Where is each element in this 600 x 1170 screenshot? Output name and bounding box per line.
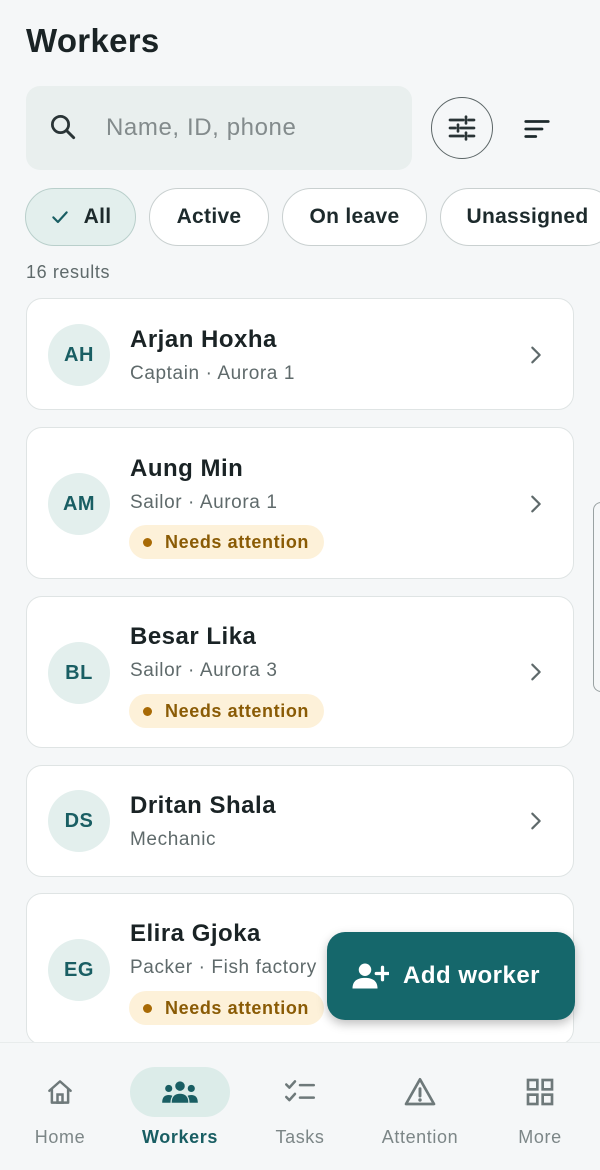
- page-title: Workers: [26, 22, 160, 59]
- worker-role: Mechanic: [130, 829, 217, 850]
- filter-chip-active[interactable]: Active: [149, 188, 269, 246]
- avatar: DS: [48, 790, 110, 852]
- search-icon: [51, 115, 76, 140]
- worker-name: Dritan Shala: [130, 792, 277, 819]
- filter-chip-row: All Active On leave Unassigned: [25, 188, 600, 246]
- filter-chip-label: Unassigned: [466, 205, 589, 228]
- worker-role: Packer · Fish factory: [130, 957, 317, 978]
- nav-item-home[interactable]: Home: [0, 1043, 120, 1170]
- worker-card[interactable]: AM Aung Min Sailor · Aurora 1 Needs atte…: [26, 427, 574, 579]
- grid-icon: [526, 1078, 554, 1106]
- worker-role: Sailor · Aurora 3: [130, 660, 278, 681]
- nav-item-workers[interactable]: Workers: [120, 1043, 240, 1170]
- nav-label: Home: [34, 1127, 86, 1147]
- status-badge-label: Needs attention: [165, 531, 310, 552]
- scrollbar[interactable]: [593, 502, 600, 692]
- avatar: EG: [48, 939, 110, 1001]
- groups-icon: [162, 1081, 198, 1103]
- nav-item-attention[interactable]: Attention: [360, 1043, 480, 1170]
- check-icon: [51, 211, 68, 224]
- nav-icon-container: [370, 1067, 470, 1117]
- worker-role: Captain · Aurora 1: [130, 363, 295, 384]
- worker-card[interactable]: AH Arjan Hoxha Captain · Aurora 1: [26, 298, 574, 410]
- status-dot: [143, 1003, 152, 1013]
- filter-chip-all[interactable]: All: [25, 188, 136, 246]
- chevron-right-icon: [531, 812, 541, 830]
- status-badge: Needs attention: [129, 525, 325, 559]
- filter-chip-label: Active: [176, 205, 242, 228]
- nav-icon-container: [10, 1067, 110, 1117]
- warning-icon: [404, 1078, 436, 1106]
- worker-name: Elira Gjoka: [130, 920, 261, 947]
- avatar: BL: [48, 642, 110, 704]
- tune-icon: [448, 115, 476, 141]
- chevron-right-icon: [531, 346, 541, 364]
- worker-name: Besar Lika: [130, 623, 257, 650]
- sort-icon: [524, 120, 550, 138]
- nav-item-tasks[interactable]: Tasks: [240, 1043, 360, 1170]
- chevron-right-icon: [531, 495, 541, 513]
- nav-label: Workers: [142, 1127, 218, 1147]
- checklist-icon: [285, 1080, 315, 1102]
- results-count: 16 results: [26, 262, 111, 282]
- filter-chip-label: On leave: [309, 205, 400, 228]
- search-bar[interactable]: [26, 86, 412, 170]
- nav-label: Tasks: [275, 1127, 325, 1147]
- nav-icon-container: [490, 1067, 590, 1117]
- nav-item-more[interactable]: More: [480, 1043, 600, 1170]
- nav-label: Attention: [381, 1127, 459, 1147]
- filter-chip-label: All: [83, 205, 112, 228]
- status-badge: Needs attention: [129, 694, 325, 728]
- avatar: AH: [48, 324, 110, 386]
- home-icon: [48, 1080, 72, 1104]
- worker-name: Aung Min: [130, 455, 244, 482]
- worker-card[interactable]: BL Besar Lika Sailor · Aurora 3 Needs at…: [26, 596, 574, 748]
- status-badge-label: Needs attention: [165, 700, 310, 721]
- nav-icon-container: [250, 1067, 350, 1117]
- nav-label: More: [518, 1127, 562, 1147]
- chevron-right-icon: [531, 663, 541, 681]
- search-input[interactable]: [106, 108, 396, 148]
- status-dot: [143, 537, 152, 547]
- sort-button[interactable]: [512, 104, 562, 154]
- filter-chip-unassigned[interactable]: Unassigned: [440, 188, 600, 246]
- worker-name: Arjan Hoxha: [130, 326, 277, 353]
- bottom-navigation: Home Workers Tasks Attention More: [0, 1042, 600, 1170]
- filter-settings-button[interactable]: [431, 97, 493, 159]
- nav-icon-container: [130, 1067, 230, 1117]
- status-badge-label: Needs attention: [165, 997, 310, 1018]
- avatar: AM: [48, 473, 110, 535]
- worker-card[interactable]: DS Dritan Shala Mechanic: [26, 765, 574, 877]
- add-worker-label: Add worker: [403, 962, 541, 989]
- status-dot: [143, 706, 152, 716]
- add-worker-button[interactable]: Add worker: [327, 932, 575, 1020]
- person-add-icon: [352, 963, 389, 989]
- worker-role: Sailor · Aurora 1: [130, 492, 278, 513]
- filter-chip-on-leave[interactable]: On leave: [282, 188, 427, 246]
- status-badge: Needs attention: [129, 991, 325, 1025]
